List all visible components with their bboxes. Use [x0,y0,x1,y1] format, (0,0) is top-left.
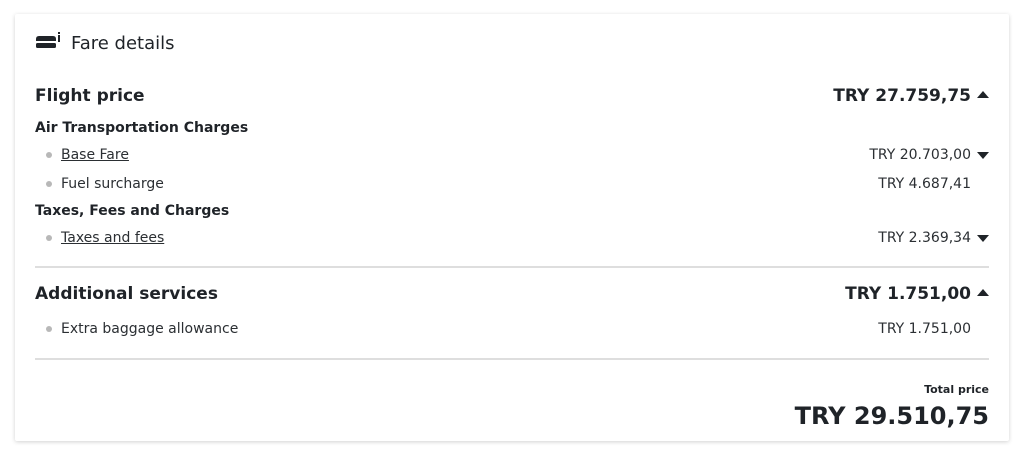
flight-price-row: Flight price TRY 27.759,75 [35,84,989,108]
bullet-icon [46,235,52,241]
additional-services-title: Additional services [35,284,218,304]
base-fare-amount: TRY 20.703,00 [869,147,989,163]
group-title-air-transport: Air Transportation Charges [35,118,989,138]
group-title: Air Transportation Charges [35,120,249,136]
base-fare-value: TRY 20.703,00 [869,147,971,163]
divider [35,266,989,268]
additional-services-value: TRY 1.751,00 [845,284,971,304]
flight-price-amount: TRY 27.759,75 [833,86,989,106]
additional-services-row: Additional services TRY 1.751,00 [35,282,989,306]
fuel-surcharge-amount: TRY 4.687,41 [878,176,971,192]
list-item-base-fare: Base Fare TRY 20.703,00 [35,145,989,165]
expand-taxes-icon[interactable] [977,234,989,242]
list-item-fuel-surcharge: Fuel surcharge TRY 4.687,41 [35,174,989,194]
fare-details-card: Fare details Flight price TRY 27.759,75 … [15,14,1009,441]
additional-services-amount: TRY 1.751,00 [845,284,989,304]
taxes-and-fees-link[interactable]: Taxes and fees [61,230,164,246]
group-title: Taxes, Fees and Charges [35,203,230,219]
page-title: Fare details [71,32,175,54]
group-title-taxes: Taxes, Fees and Charges [35,201,989,221]
total-price-amount: TRY 29.510,75 [794,402,989,430]
flight-price-title: Flight price [35,86,145,106]
flight-price-value: TRY 27.759,75 [833,86,971,106]
seat-info-icon [35,32,61,54]
list-item-extra-baggage: Extra baggage allowance TRY 1.751,00 [35,319,989,339]
item-label-wrap: Fuel surcharge [35,176,164,192]
fare-details-header: Fare details [35,30,175,56]
fuel-surcharge-label: Fuel surcharge [61,176,164,192]
expand-base-fare-icon[interactable] [977,151,989,159]
item-label-wrap: Base Fare [35,147,129,163]
divider [35,358,989,360]
list-item-taxes-and-fees: Taxes and fees TRY 2.369,34 [35,228,989,248]
item-label-wrap: Extra baggage allowance [35,321,238,337]
taxes-and-fees-amount: TRY 2.369,34 [878,230,989,246]
bullet-icon [46,326,52,332]
extra-baggage-amount: TRY 1.751,00 [878,321,971,337]
item-label-wrap: Taxes and fees [35,230,164,246]
bullet-icon [46,181,52,187]
taxes-and-fees-value: TRY 2.369,34 [878,230,971,246]
collapse-additional-services-icon[interactable] [977,288,989,296]
extra-baggage-label: Extra baggage allowance [61,321,239,337]
total-price-label: Total price [924,383,989,396]
collapse-flight-price-icon[interactable] [977,90,989,98]
bullet-icon [46,152,52,158]
base-fare-link[interactable]: Base Fare [61,147,129,163]
